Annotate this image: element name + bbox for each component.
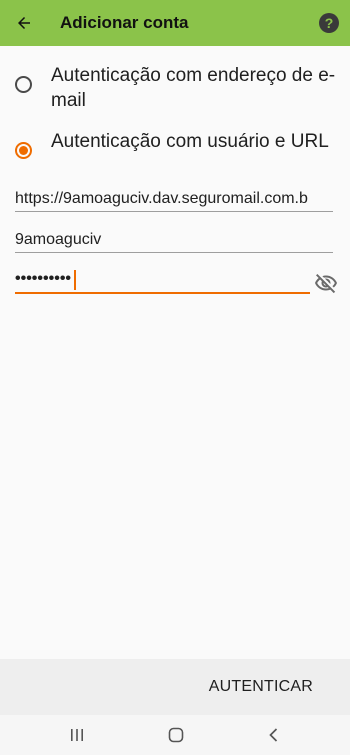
radio-unchecked-icon xyxy=(15,76,32,93)
arrow-back-icon xyxy=(18,17,30,29)
radio-email-auth[interactable]: Autenticação com endereço de e-mail xyxy=(15,63,345,113)
toggle-password-visibility-button[interactable] xyxy=(314,271,338,295)
radio-email-auth-label: Autenticação com endereço de e-mail xyxy=(51,65,336,111)
radio-dot xyxy=(19,146,28,155)
chevron-left-icon xyxy=(269,728,278,742)
app-bar: Adicionar conta ? xyxy=(0,0,350,46)
system-nav-bar xyxy=(0,715,350,755)
home-button[interactable] xyxy=(166,725,186,745)
url-field-value: https://9amoaguciv.dav.seguromail.com.b xyxy=(15,190,308,207)
bottom-action-bar: AUTENTICAR xyxy=(0,659,350,715)
screen: Adicionar conta ? Autenticação com ender… xyxy=(0,0,350,755)
help-icon[interactable]: ? xyxy=(319,13,339,33)
text-cursor xyxy=(74,270,76,290)
page-title: Adicionar conta xyxy=(60,13,189,32)
radio-user-url-auth[interactable]: Autenticação com usuário e URL xyxy=(15,129,345,159)
password-field[interactable]: •••••••••• xyxy=(15,242,310,294)
radio-user-url-auth-label: Autenticação com usuário e URL xyxy=(51,131,329,152)
url-field-underline xyxy=(15,211,333,212)
url-field[interactable]: https://9amoaguciv.dav.seguromail.com.b xyxy=(15,188,333,212)
recent-apps-button[interactable] xyxy=(67,725,87,745)
system-back-button[interactable] xyxy=(264,725,284,745)
password-field-value: •••••••••• xyxy=(15,270,72,287)
recent-apps-icon xyxy=(71,729,83,741)
radio-checked-icon xyxy=(15,142,32,159)
password-field-underline xyxy=(15,292,310,294)
eye-off-icon xyxy=(315,273,337,294)
home-icon xyxy=(168,727,184,743)
authenticate-button[interactable]: AUTENTICAR xyxy=(209,678,313,696)
back-button[interactable] xyxy=(4,0,44,46)
